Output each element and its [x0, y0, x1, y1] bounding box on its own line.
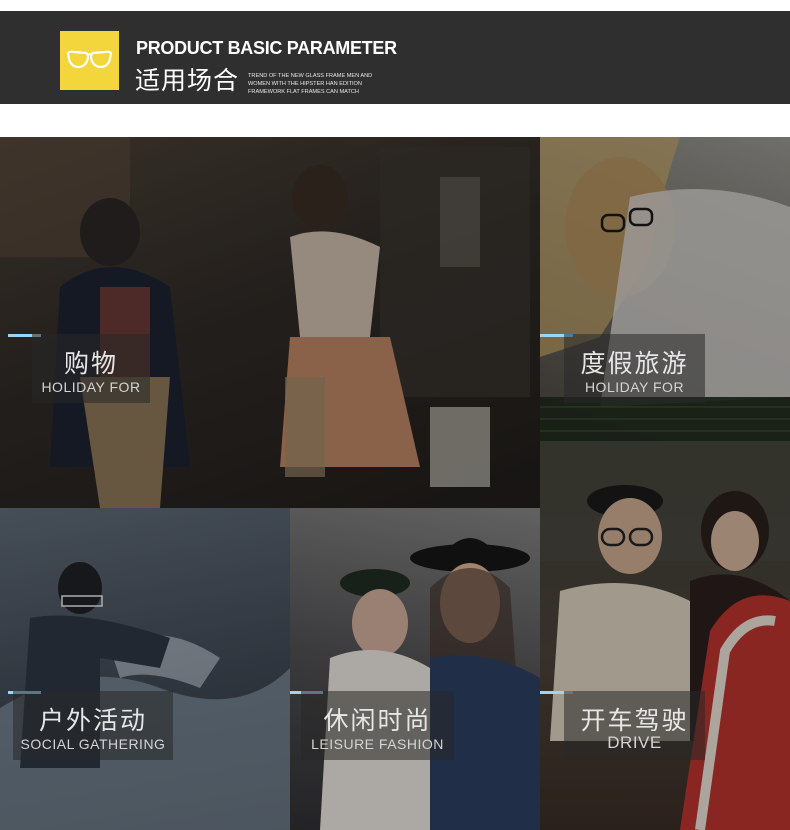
- outdoor-photo: [0, 508, 290, 830]
- logo-badge: [60, 31, 119, 90]
- header-desc-line: WOMEN WITH THE HIPSTER HAN EDITION: [248, 81, 362, 87]
- glasses-icon: [66, 50, 113, 69]
- header-description: TREND OF THE NEW GLASS FRAME MEN AND WOM…: [248, 72, 408, 96]
- label-cn: 休闲时尚: [323, 707, 432, 735]
- label-cn: 购物: [63, 350, 118, 378]
- label-en: LEISURE FASHION: [311, 736, 444, 752]
- label-cn: 户外活动: [38, 707, 147, 735]
- photo-tile-leisure: 休闲时尚 LEISURE FASHION: [290, 508, 540, 830]
- photo-tile-shopping: 购物 HOLIDAY FOR: [0, 137, 540, 508]
- header-desc-line: TREND OF THE NEW GLASS FRAME MEN AND: [248, 73, 373, 79]
- leisure-photo: [290, 508, 540, 830]
- shopping-couple-photo: [0, 137, 540, 508]
- header-title-en: PRODUCT BASIC PARAMETER: [136, 38, 397, 58]
- label-en: SOCIAL GATHERING: [20, 736, 166, 752]
- label-box: 购物 HOLIDAY FOR: [32, 334, 150, 403]
- header-desc-line: FRAMEWORK FLAT FRAMES CAN MATCH: [248, 89, 359, 95]
- label-cn: 度假旅游: [580, 350, 689, 378]
- label-box: 开车驾驶 DRIVE: [564, 691, 705, 760]
- photo-tile-driving: 开车驾驶 DRIVE: [540, 441, 790, 830]
- label-en: DRIVE: [607, 733, 662, 752]
- photo-tile-outdoor: 户外活动 SOCIAL GATHERING: [0, 508, 290, 830]
- header-title-cn: 适用场合: [135, 67, 240, 95]
- label-box: 休闲时尚 LEISURE FASHION: [301, 691, 454, 760]
- label-box: 户外活动 SOCIAL GATHERING: [13, 691, 173, 760]
- label-en: HOLIDAY FOR: [584, 379, 685, 395]
- label-box: 度假旅游 HOLIDAY FOR: [564, 334, 705, 403]
- label-en: HOLIDAY FOR: [41, 379, 141, 395]
- driving-photo: [540, 441, 790, 830]
- section-header: PRODUCT BASIC PARAMETER 适用场合 TREND OF TH…: [0, 11, 790, 104]
- label-cn: 开车驾驶: [580, 707, 689, 735]
- photo-tile-vacation: 度假旅游 HOLIDAY FOR: [540, 137, 790, 441]
